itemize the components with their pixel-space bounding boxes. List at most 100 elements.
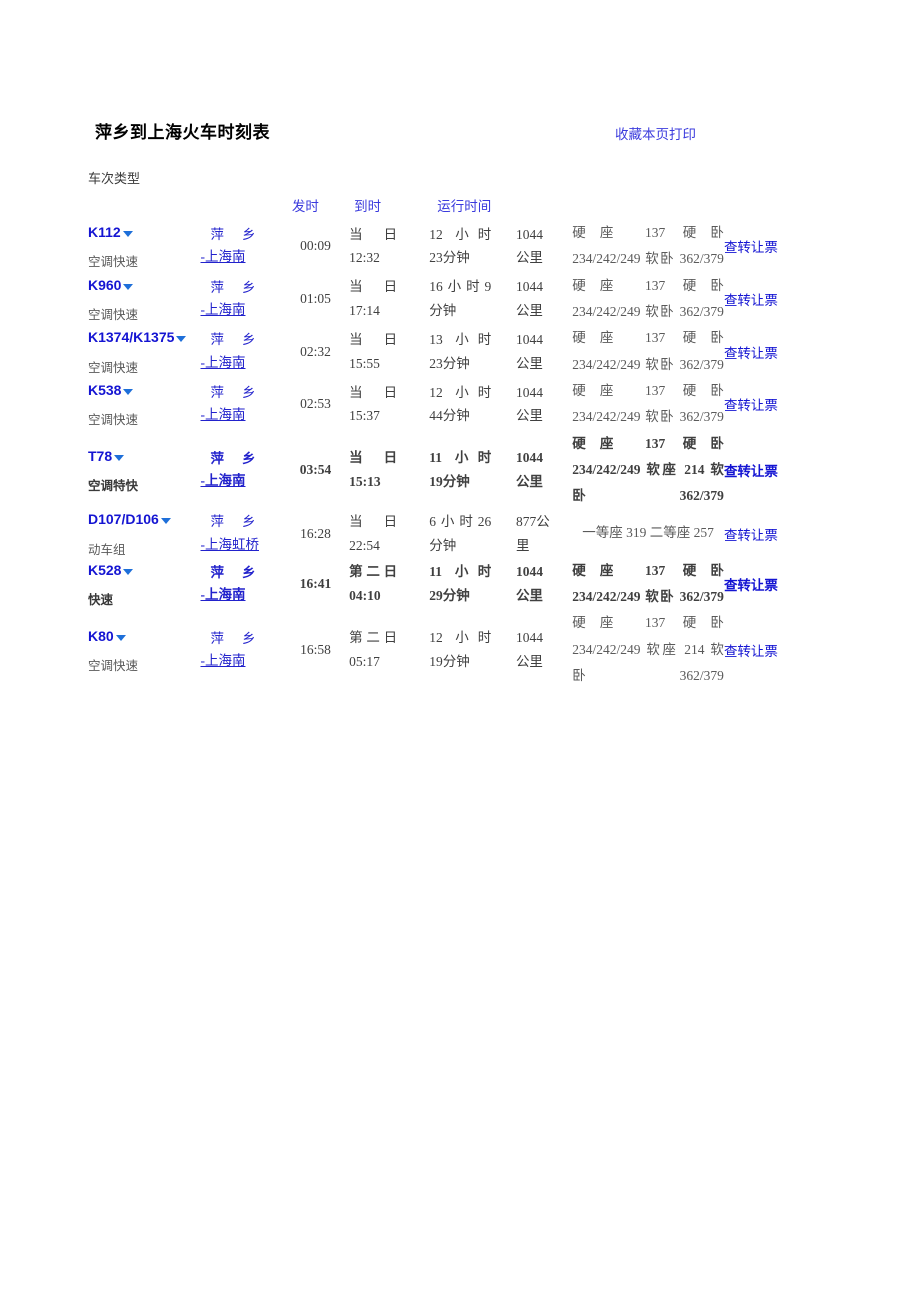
- col-header-action: [724, 190, 828, 220]
- table-row: D107/D106 动车组 萍乡 -上海虹桥 16:28 当日 22:54 6小时26 分钟 87…: [88, 509, 828, 557]
- col-header-depart: 发时: [291, 199, 319, 214]
- bookmark-page-link[interactable]: 收藏本页: [615, 127, 669, 142]
- duration-minutes: 23分钟: [429, 355, 470, 371]
- distance-value: 877公: [515, 513, 550, 529]
- departure-time: 16:28: [300, 525, 331, 541]
- chevron-down-icon[interactable]: [160, 518, 171, 525]
- resale-ticket-link[interactable]: 查转让票: [724, 644, 778, 659]
- arrival-time: 15:55: [349, 355, 380, 371]
- departure-time: 00:09: [300, 238, 331, 254]
- destination-station-link[interactable]: -上海南: [201, 246, 282, 268]
- train-no-link[interactable]: K528: [88, 562, 121, 578]
- action-cell: 查转让票: [724, 610, 828, 689]
- destination-station-link[interactable]: -上海南: [201, 352, 282, 374]
- duration-cell: 6小时26 分钟: [429, 509, 516, 557]
- train-no-link[interactable]: K538: [88, 382, 121, 398]
- departure-time: 16:58: [300, 641, 331, 657]
- chevron-down-icon[interactable]: [114, 454, 125, 461]
- resale-ticket-link[interactable]: 查转让票: [724, 464, 778, 479]
- distance-cell: 1044 公里: [516, 378, 572, 431]
- destination-station-link[interactable]: -上海南: [201, 299, 282, 321]
- col-header-distance: [516, 190, 572, 220]
- price-cell: 硬座 137 硬卧 234/242/249 软卧 362/379: [572, 382, 724, 425]
- resale-ticket-link[interactable]: 查转让票: [724, 578, 778, 593]
- resale-ticket-link[interactable]: 查转让票: [724, 346, 778, 361]
- station-cell: 萍乡 -上海南: [199, 610, 282, 689]
- train-type: 空调特快: [88, 479, 139, 494]
- distance-value: 1044: [515, 384, 543, 400]
- duration-hours: 12 小时: [429, 384, 492, 400]
- chevron-down-icon[interactable]: [123, 568, 134, 575]
- duration-hours: 6小时26: [429, 513, 492, 529]
- distance-unit: 公里: [515, 473, 543, 489]
- resale-ticket-link[interactable]: 查转让票: [724, 528, 778, 543]
- distance-cell: 1044 公里: [516, 610, 572, 689]
- destination-station-link[interactable]: -上海南: [201, 584, 282, 606]
- table-row: K960 空调快速 萍乡 -上海南 01:05 当日 17:14 16小时9 分钟 1044 公里 硬…: [88, 273, 828, 326]
- col-header-train-no: [88, 190, 199, 220]
- origin-station-link[interactable]: 萍乡: [211, 277, 256, 299]
- train-no-link[interactable]: K80: [88, 628, 114, 644]
- print-page-link[interactable]: 打印: [669, 127, 696, 142]
- action-cell: 查转让票: [724, 273, 828, 326]
- station-cell: 萍乡 -上海虹桥: [199, 509, 282, 557]
- price-cell: 硬座 137 硬卧 234/242/249 软卧 362/379: [572, 562, 724, 605]
- arrival-cell: 第二日 05:17: [349, 610, 429, 689]
- destination-station-link[interactable]: -上海南: [201, 650, 282, 672]
- arrival-cell: 当日 15:37: [349, 378, 429, 431]
- destination-station-link[interactable]: -上海南: [201, 470, 282, 492]
- destination-station-link[interactable]: -上海虹桥: [201, 534, 282, 556]
- chevron-down-icon[interactable]: [176, 336, 187, 343]
- distance-value: 1044: [515, 226, 543, 242]
- chevron-down-icon[interactable]: [122, 231, 133, 238]
- chevron-down-icon[interactable]: [123, 283, 134, 290]
- page-title: 萍乡到上海火车时刻表: [95, 123, 270, 142]
- duration-cell: 16小时9 分钟: [429, 273, 516, 326]
- col-header-price: [572, 190, 724, 220]
- distance-unit: 公里: [515, 302, 543, 318]
- arrival-day: 当日: [349, 513, 398, 529]
- train-no-link[interactable]: K960: [88, 277, 121, 293]
- train-type: 空调快速: [88, 658, 139, 673]
- origin-station-link[interactable]: 萍乡: [211, 224, 256, 246]
- resale-ticket-link[interactable]: 查转让票: [724, 398, 778, 413]
- chevron-down-icon[interactable]: [123, 388, 134, 395]
- action-cell: 查转让票: [724, 431, 828, 510]
- arrival-cell: 当日 15:55: [349, 325, 429, 378]
- arrival-day: 当日: [349, 450, 398, 466]
- chevron-down-icon[interactable]: [115, 634, 126, 641]
- distance-value: 1044: [515, 564, 543, 580]
- arrival-time: 15:37: [349, 408, 380, 424]
- origin-station-link[interactable]: 萍乡: [211, 382, 256, 404]
- resale-ticket-link[interactable]: 查转让票: [724, 293, 778, 308]
- train-no-link[interactable]: K1374/K1375: [88, 329, 174, 345]
- origin-station-link[interactable]: 萍乡: [211, 511, 256, 533]
- action-cell: 查转让票: [724, 509, 828, 557]
- origin-station-link[interactable]: 萍乡: [211, 628, 256, 650]
- train-no-link[interactable]: T78: [88, 448, 112, 464]
- resale-ticket-link[interactable]: 查转让票: [724, 240, 778, 255]
- timetable-page: 萍乡到上海火车时刻表 收藏本页打印 车次类型 发时 到时 运行时间 K112 空调…: [0, 0, 920, 1302]
- arrival-cell: 当日 22:54: [349, 509, 429, 557]
- train-type: 快速: [88, 593, 114, 608]
- duration-hours: 11 小时: [429, 564, 492, 580]
- distance-value: 1044: [515, 331, 543, 347]
- page-header: 萍乡到上海火车时刻表 收藏本页打印: [95, 118, 825, 143]
- departure-time: 02:53: [300, 396, 331, 412]
- price-cell: 硬座 137 硬卧 234/242/249 软卧 362/379: [572, 277, 724, 319]
- origin-station-link[interactable]: 萍乡: [211, 329, 256, 351]
- action-cell: 查转让票: [724, 325, 828, 378]
- distance-unit: 公里: [515, 653, 543, 669]
- duration-cell: 12 小时 23分钟: [429, 220, 516, 273]
- train-no-cell: K80 空调快速: [88, 610, 199, 689]
- destination-station-link[interactable]: -上海南: [201, 404, 282, 426]
- origin-station-link[interactable]: 萍乡: [211, 562, 256, 584]
- arrival-day: 当日: [349, 226, 398, 242]
- distance-cell: 877公里: [516, 509, 572, 557]
- distance-value: 1044: [515, 450, 543, 466]
- train-no-link[interactable]: K112: [88, 224, 121, 240]
- origin-station-link[interactable]: 萍乡: [211, 448, 256, 470]
- price-cell: 硬座 137 硬卧 234/242/249 软卧 362/379: [572, 225, 724, 267]
- train-no-link[interactable]: D107/D106: [88, 511, 159, 527]
- action-cell: 查转让票: [724, 558, 828, 611]
